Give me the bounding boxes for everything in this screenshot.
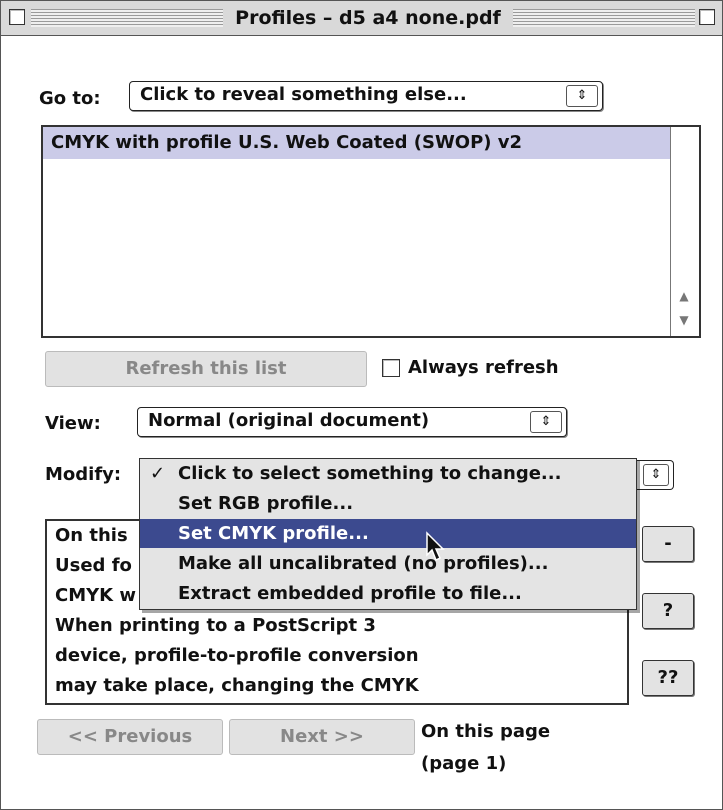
checkmark-icon: ✓ bbox=[150, 463, 166, 484]
info-line: On this bbox=[55, 525, 128, 546]
close-box[interactable] bbox=[9, 9, 25, 25]
goto-popup[interactable]: Click to reveal something else... ⇕ bbox=[129, 81, 603, 111]
scroll-down-arrow-icon[interactable]: ▼ bbox=[673, 313, 695, 331]
profiles-window: Profiles – d5 a4 none.pdf Go to: Click t… bbox=[0, 0, 723, 810]
goto-label: Go to: bbox=[39, 88, 101, 109]
always-refresh-label: Always refresh bbox=[408, 357, 559, 378]
popup-arrows-icon: ⇕ bbox=[643, 464, 669, 486]
menu-item-set-cmyk-profile[interactable]: Set CMYK profile... bbox=[140, 519, 636, 548]
window-title: Profiles – d5 a4 none.pdf bbox=[223, 6, 513, 30]
popup-arrows-icon: ⇕ bbox=[566, 85, 598, 107]
view-popup[interactable]: Normal (original document) ⇕ bbox=[137, 407, 567, 437]
menu-item-extract-profile[interactable]: Extract embedded profile to file... bbox=[140, 579, 636, 608]
profiles-list[interactable]: CMYK with profile U.S. Web Coated (SWOP)… bbox=[41, 125, 701, 338]
modify-label: Modify: bbox=[45, 464, 122, 485]
info-line: Used fo bbox=[55, 555, 132, 576]
menu-item-set-rgb-profile[interactable]: Set RGB profile... bbox=[140, 489, 636, 518]
help-button[interactable]: ? bbox=[642, 593, 694, 629]
info-line: may take place, changing the CMYK bbox=[55, 675, 419, 696]
scroll-up-arrow-icon[interactable]: ▲ bbox=[673, 289, 695, 307]
popup-arrows-icon: ⇕ bbox=[530, 411, 562, 433]
vertical-scrollbar[interactable]: ▲ ▼ bbox=[670, 127, 699, 336]
zoom-box[interactable] bbox=[699, 9, 715, 25]
info-line: device, profile-to-profile conversion bbox=[55, 645, 419, 666]
always-refresh-checkbox[interactable] bbox=[382, 359, 400, 377]
menu-item-select-something[interactable]: ✓ Click to select something to change... bbox=[140, 459, 636, 488]
more-help-button[interactable]: ?? bbox=[642, 660, 694, 696]
info-line: When printing to a PostScript 3 bbox=[55, 615, 376, 636]
view-value: Normal (original document) bbox=[148, 410, 430, 431]
goto-value: Click to reveal something else... bbox=[140, 84, 467, 105]
modify-popup[interactable]: ⇕ bbox=[637, 460, 674, 490]
view-label: View: bbox=[45, 413, 101, 434]
refresh-list-button[interactable]: Refresh this list bbox=[45, 351, 367, 387]
page-info-line2: (page 1) bbox=[421, 753, 507, 774]
modify-dropdown-menu[interactable]: ✓ Click to select something to change...… bbox=[139, 458, 637, 610]
menu-item-make-uncalibrated[interactable]: Make all uncalibrated (no profiles)... bbox=[140, 549, 636, 578]
mouse-pointer-icon bbox=[426, 531, 445, 562]
info-line: CMYK w bbox=[55, 585, 136, 606]
previous-button[interactable]: << Previous bbox=[37, 719, 223, 755]
page-info-line1: On this page bbox=[421, 721, 551, 742]
minus-button[interactable]: - bbox=[642, 526, 694, 562]
title-bar[interactable]: Profiles – d5 a4 none.pdf bbox=[1, 1, 722, 36]
next-button[interactable]: Next >> bbox=[229, 719, 415, 755]
list-item[interactable]: CMYK with profile U.S. Web Coated (SWOP)… bbox=[43, 127, 673, 159]
